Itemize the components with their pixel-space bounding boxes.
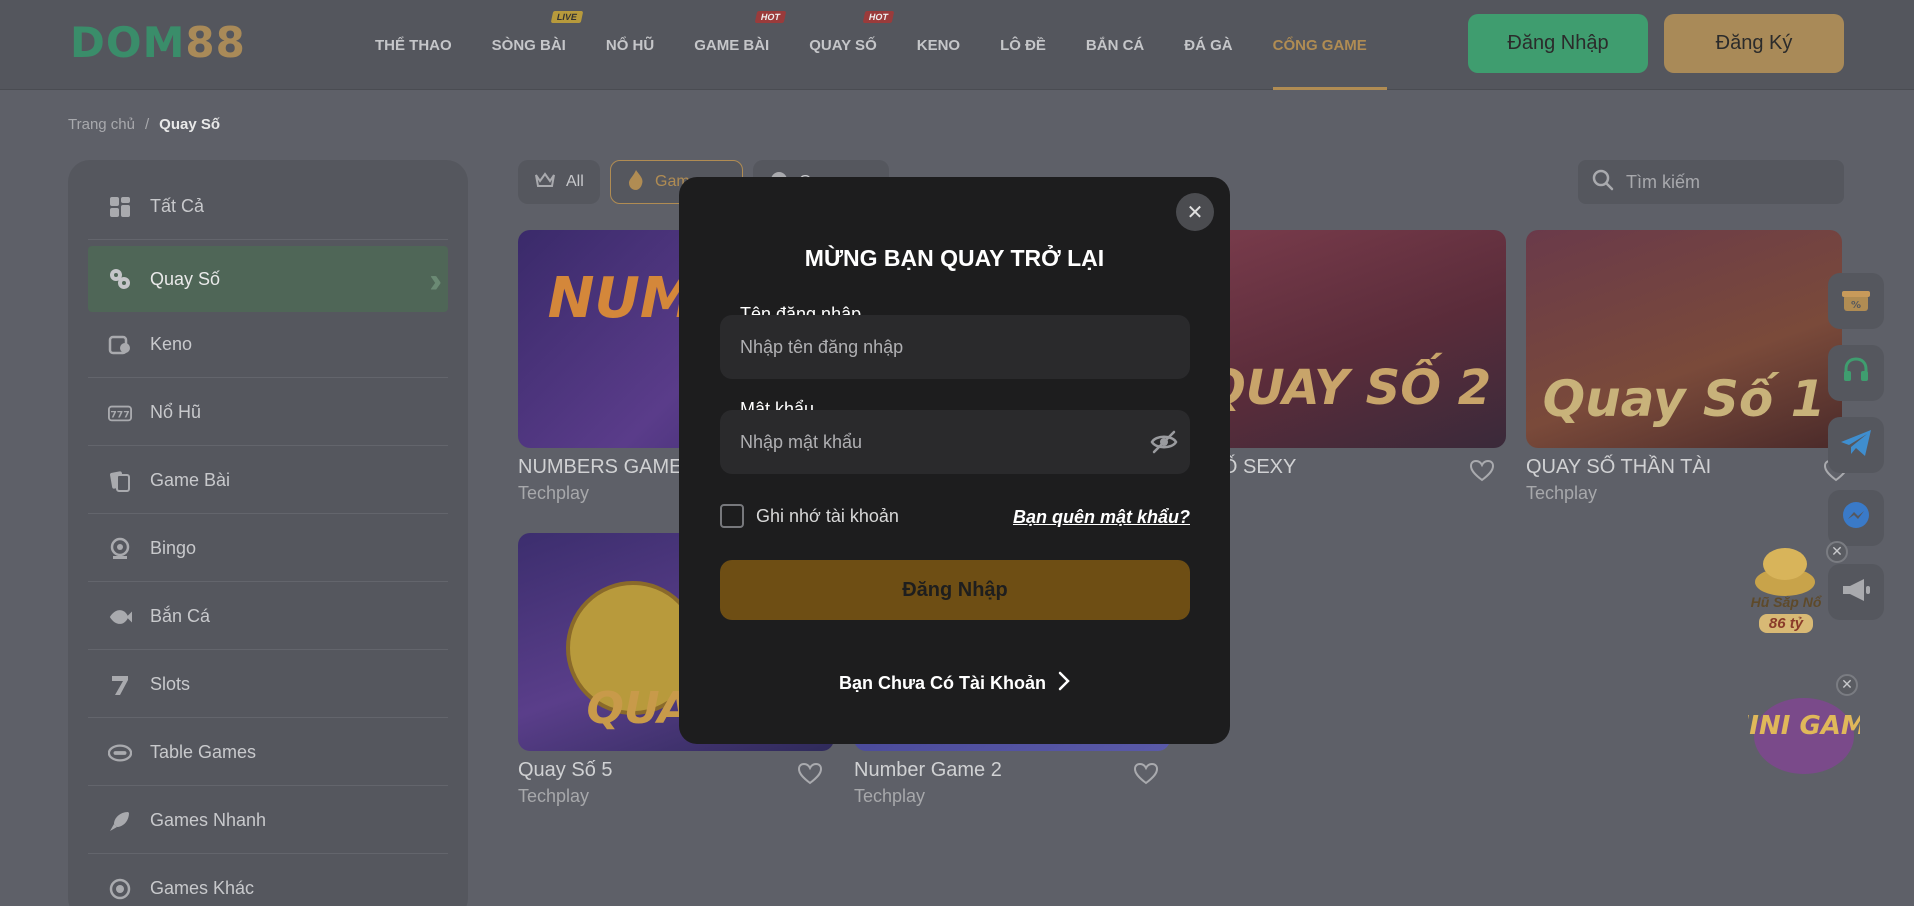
no-account-label: Bạn Chưa Có Tài Khoản <box>838 673 1047 693</box>
chevron-right-icon <box>1058 671 1070 696</box>
remember-checkbox[interactable] <box>720 504 744 528</box>
register-link[interactable]: Bạn Chưa Có Tài Khoản <box>679 671 1230 696</box>
username-input[interactable] <box>740 315 1140 379</box>
remember-me: Ghi nhớ tài khoản <box>720 504 899 528</box>
login-modal: ✕ MỪNG BẠN QUAY TRỞ LẠI Tên đăng nhập Mậ… <box>679 177 1230 744</box>
eye-slash-icon[interactable] <box>1150 430 1178 459</box>
remember-label: Ghi nhớ tài khoản <box>756 505 899 526</box>
modal-title: MỪNG BẠN QUAY TRỞ LẠI <box>804 245 1105 271</box>
password-input[interactable] <box>740 410 1140 474</box>
password-field-wrapper <box>720 410 1190 474</box>
login-submit-button[interactable]: Đăng Nhập <box>720 560 1190 620</box>
username-field-wrapper <box>720 315 1190 379</box>
forgot-password-link[interactable]: Bạn quên mật khẩu? <box>1013 507 1190 528</box>
close-icon[interactable]: ✕ <box>1176 193 1214 231</box>
